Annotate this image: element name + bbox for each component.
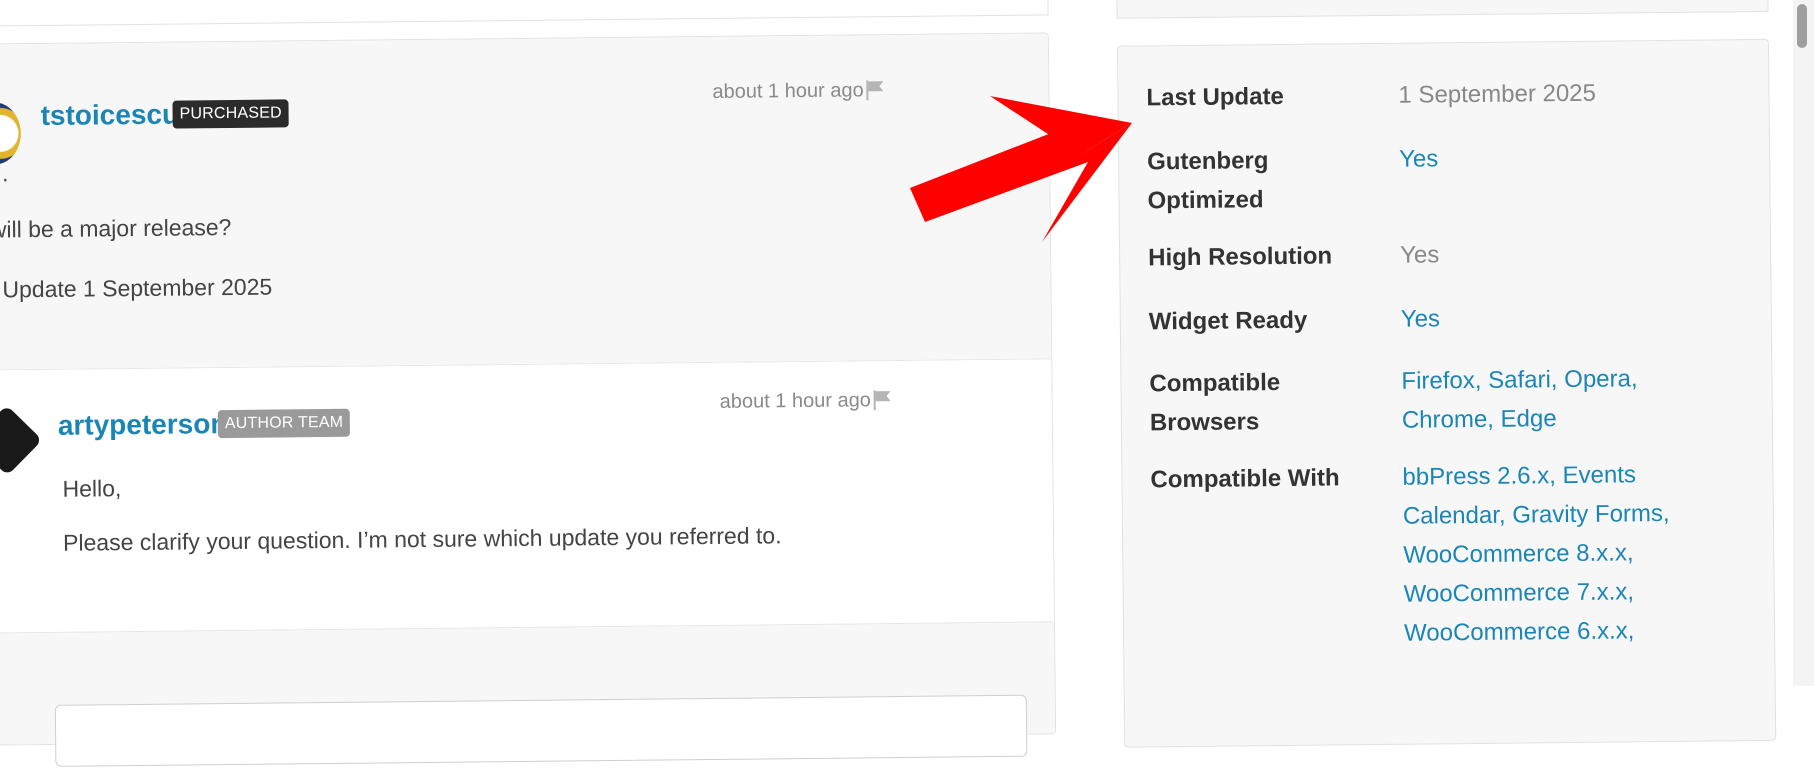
comment-thread: tstoicescu PURCHASED about 1 hour ago r.…	[0, 32, 1057, 767]
label-line: Optimized	[1147, 186, 1264, 215]
compat-link-gravity-forms[interactable]: Gravity Forms	[1512, 500, 1663, 529]
flag-icon[interactable]	[872, 389, 894, 411]
previous-card	[0, 0, 1049, 27]
separator: ,	[1498, 501, 1506, 529]
separator: ,	[1487, 405, 1495, 433]
label-line: Browsers	[1149, 408, 1260, 437]
comment-text-line: Please clarify your question. I’m not su…	[62, 522, 782, 556]
detail-label-compatible-with: Compatible With	[1150, 464, 1340, 494]
compat-link-bbpress[interactable]: bbPress 2.6.x	[1402, 462, 1549, 491]
detail-label-last-update: Last Update	[1146, 82, 1284, 112]
compat-link-woocommerce-7[interactable]: WooCommerce 7.x.x	[1404, 578, 1628, 607]
detail-value-compatible-browsers: Firefox, Safari, Opera, Chrome, Edge	[1401, 358, 1722, 439]
item-details-card: Last Update 1 September 2025 Gutenberg O…	[1116, 38, 1777, 748]
author-team-badge: AUTHOR TEAM	[217, 408, 351, 439]
comment-timestamp[interactable]: about 1 hour ago	[712, 79, 863, 104]
page-content: tstoicescu PURCHASED about 1 hour ago r.…	[0, 0, 1814, 767]
detail-value-widget-ready: Yes	[1401, 296, 1721, 338]
comment-username[interactable]: artypeterson	[58, 408, 228, 442]
label-line: Gutenberg	[1147, 147, 1269, 176]
browser-link-chrome[interactable]: Chrome	[1402, 406, 1488, 434]
detail-value-gutenberg: Yes	[1399, 136, 1719, 178]
comment-tstoicescu: tstoicescu PURCHASED about 1 hour ago r.…	[0, 33, 1052, 371]
comment-text-line: Update 1 September 2025	[2, 273, 273, 303]
separator: ,	[1549, 462, 1557, 490]
comment-text-line: Hello,	[62, 475, 122, 502]
purchased-badge: PURCHASED	[172, 99, 290, 129]
scrollbar-thumb[interactable]	[1797, 4, 1807, 48]
avatar[interactable]	[0, 102, 22, 165]
browser-link-safari[interactable]: Safari	[1488, 366, 1551, 394]
comment-text-line: will be a major release?	[0, 213, 232, 243]
label-line: Compatible	[1149, 369, 1281, 398]
separator: ,	[1626, 539, 1634, 567]
separator: ,	[1474, 366, 1482, 394]
page-scrollbar[interactable]	[1793, 0, 1814, 686]
comment-text-line: r..	[0, 160, 9, 187]
comment-username[interactable]: tstoicescu	[40, 99, 179, 132]
compat-link-woocommerce-8[interactable]: WooCommerce 8.x.x	[1403, 539, 1627, 568]
sidebar-previous-card	[1116, 0, 1769, 19]
comment-artypeterson: artypeterson AUTHOR TEAM about 1 hour ag…	[0, 359, 1054, 634]
detail-label-widget-ready: Widget Ready	[1148, 306, 1308, 336]
separator: ,	[1630, 365, 1638, 393]
detail-value-last-update: 1 September 2025	[1398, 79, 1597, 109]
detail-label-compatible-browsers: Compatible Browsers	[1149, 362, 1380, 442]
browser-link-firefox[interactable]: Firefox	[1401, 367, 1475, 395]
browser-link-edge[interactable]: Edge	[1500, 405, 1556, 433]
browser-link-opera[interactable]: Opera	[1564, 365, 1631, 393]
separator: ,	[1550, 366, 1558, 394]
gutenberg-yes-link[interactable]: Yes	[1399, 145, 1438, 172]
separator: ,	[1627, 617, 1635, 645]
reply-area	[0, 622, 1056, 767]
comment-timestamp[interactable]: about 1 hour ago	[720, 389, 871, 414]
separator: ,	[1662, 499, 1670, 528]
detail-value-high-resolution: Yes	[1399, 241, 1440, 269]
flag-icon[interactable]	[864, 79, 886, 101]
compat-link-woocommerce-6[interactable]: WooCommerce 6.x.x	[1404, 617, 1628, 646]
reply-input[interactable]	[54, 694, 1028, 767]
avatar[interactable]	[0, 405, 43, 476]
detail-label-high-resolution: High Resolution	[1148, 242, 1333, 272]
detail-label-gutenberg: Gutenberg Optimized	[1147, 140, 1378, 220]
separator: ,	[1627, 578, 1635, 606]
widget-ready-yes-link[interactable]: Yes	[1401, 305, 1440, 332]
detail-value-compatible-with: bbPress 2.6.x, Events Calendar, Gravity …	[1402, 454, 1724, 652]
